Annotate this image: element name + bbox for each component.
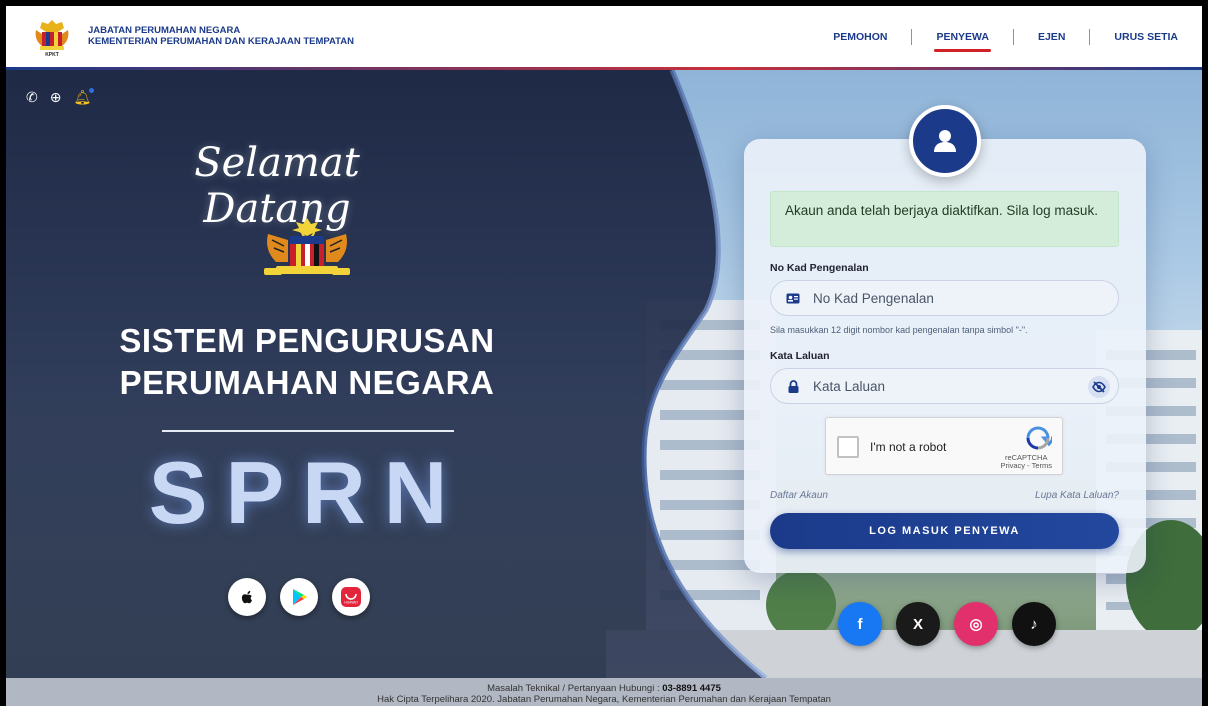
toggle-password-visibility-icon[interactable] — [1088, 376, 1110, 398]
register-link[interactable]: Daftar Akaun — [770, 490, 828, 501]
auth-links: Daftar Akaun Lupa Kata Laluan? — [770, 490, 1119, 501]
ic-label: No Kad Pengenalan — [770, 262, 869, 274]
apple-store-icon[interactable] — [228, 578, 266, 616]
login-submit-button[interactable]: LOG MASUK PENYEWA — [770, 513, 1119, 549]
tiktok-icon[interactable]: ♪ — [1012, 602, 1056, 646]
main-nav: PEMOHON PENYEWA EJEN URUS SETIA — [809, 6, 1202, 68]
globe-icon[interactable]: ⊕ — [50, 90, 62, 106]
recaptcha-privacy-terms[interactable]: Privacy - Terms — [1000, 462, 1052, 470]
title-divider — [162, 430, 454, 432]
password-input[interactable]: Kata Laluan — [770, 368, 1119, 404]
ic-help-text: Sila masukkan 12 digit nombor kad pengen… — [770, 325, 1028, 335]
copyright-text: Hak Cipta Terpelihara 2020. Jabatan Peru… — [377, 694, 831, 705]
support-line: Masalah Teknikal / Pertanyaan Hubungi : … — [6, 683, 1202, 694]
kpkt-logo: KPKT — [35, 20, 69, 58]
huawei-appgallery-icon[interactable]: HUAWEI — [332, 578, 370, 616]
malaysia-coat-of-arms — [264, 218, 350, 275]
bell-icon[interactable]: 🔔︎ — [73, 88, 94, 106]
google-play-icon[interactable] — [280, 578, 318, 616]
ic-number-input[interactable]: No Kad Pengenalan — [770, 280, 1119, 316]
x-twitter-icon[interactable]: X — [896, 602, 940, 646]
system-acronym: SPRN — [148, 443, 466, 542]
page-footer: Masalah Teknikal / Pertanyaan Hubungi : … — [6, 678, 1202, 706]
id-card-icon — [783, 293, 803, 304]
social-links: f X ◎ ♪ — [838, 602, 1056, 646]
nav-penyewa[interactable]: PENYEWA — [912, 6, 1013, 68]
nav-ejen[interactable]: EJEN — [1014, 6, 1089, 68]
forgot-password-link[interactable]: Lupa Kata Laluan? — [1035, 490, 1119, 501]
system-title-line-2: PERUMAHAN NEGARA — [119, 364, 495, 401]
org-line-2: KEMENTERIAN PERUMAHAN DAN KERAJAAN TEMPA… — [88, 36, 354, 47]
nav-urus-setia[interactable]: URUS SETIA — [1090, 6, 1202, 68]
instagram-icon[interactable]: ◎ — [954, 602, 998, 646]
password-placeholder: Kata Laluan — [813, 378, 886, 394]
support-text: Masalah Teknikal / Pertanyaan Hubungi : — [487, 683, 663, 694]
system-title: SISTEM PENGURUSAN PERUMAHAN NEGARA — [72, 320, 542, 404]
app-store-links: HUAWEI — [228, 578, 370, 616]
lock-icon — [783, 379, 803, 393]
svg-text:HUAWEI: HUAWEI — [344, 601, 357, 605]
system-title-line-1: SISTEM PENGURUSAN — [119, 322, 495, 359]
nav-pemohon[interactable]: PEMOHON — [809, 6, 911, 68]
recaptcha-checkbox[interactable] — [837, 436, 859, 458]
facebook-icon[interactable]: f — [838, 602, 882, 646]
top-header: KPKT JABATAN PERUMAHAN NEGARA KEMENTERIA… — [6, 6, 1202, 68]
org-line-1: JABATAN PERUMAHAN NEGARA — [88, 25, 241, 36]
support-phone: 03-8891 4475 — [662, 683, 721, 694]
org-name: JABATAN PERUMAHAN NEGARA KEMENTERIAN PER… — [88, 25, 354, 47]
recaptcha-brand: reCAPTCHA Privacy - Terms — [1000, 454, 1052, 470]
user-avatar-icon — [909, 105, 981, 177]
recaptcha-label: I'm not a robot — [870, 440, 947, 454]
recaptcha-logo-icon — [1026, 426, 1052, 450]
ic-placeholder: No Kad Pengenalan — [813, 290, 934, 306]
recaptcha-widget: I'm not a robot reCAPTCHA Privacy - Term… — [825, 417, 1063, 475]
top-utility-icons: ✆ ⊕ 🔔︎ — [26, 88, 94, 106]
success-alert: Akaun anda telah berjaya diaktifkan. Sil… — [770, 191, 1119, 247]
password-label: Kata Laluan — [770, 350, 830, 362]
phone-icon[interactable]: ✆ — [26, 90, 38, 106]
header-accent-line — [6, 67, 1202, 70]
logo-caption: KPKT — [45, 52, 59, 58]
